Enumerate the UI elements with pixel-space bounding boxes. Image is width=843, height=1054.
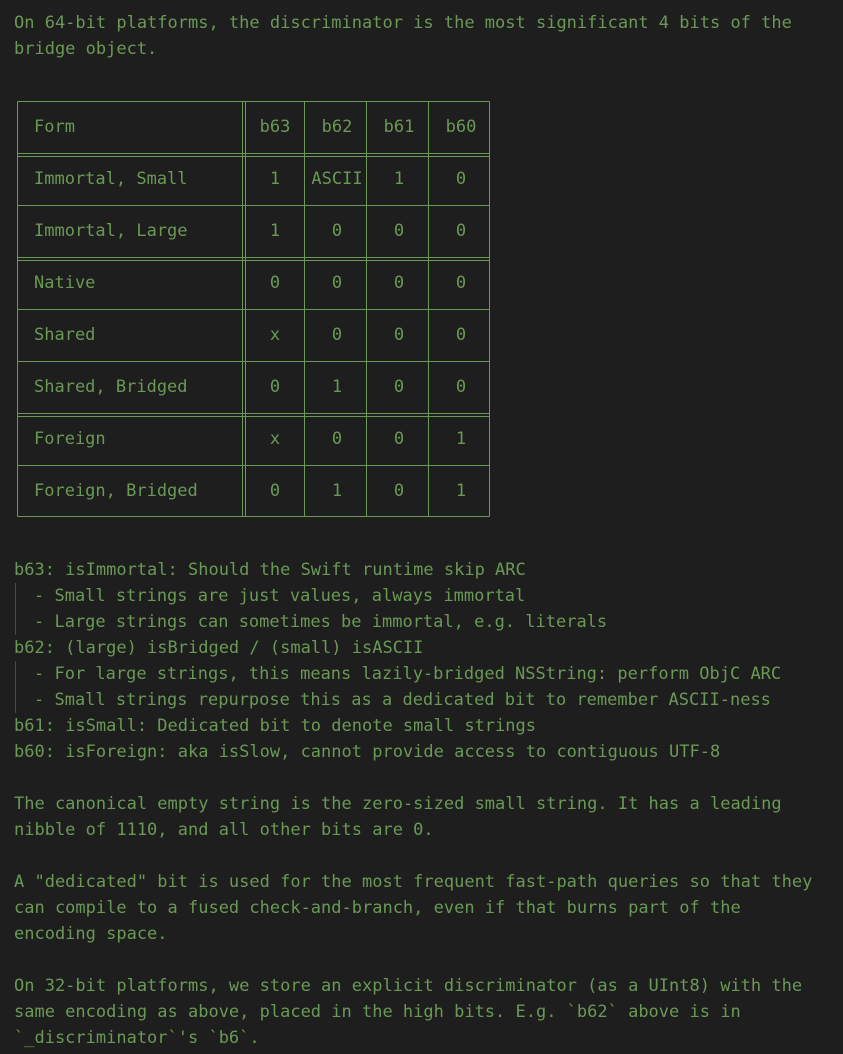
- table-bit-cell: 0: [269, 273, 281, 293]
- 32bit-line-2: same encoding as above, placed in the hi…: [14, 1002, 741, 1022]
- table-form-cell: Foreign, Bridged: [34, 481, 198, 501]
- table-bit-cell: x: [269, 325, 281, 345]
- table-bit-cell: 0: [393, 429, 405, 449]
- b63-item-1: - Small strings are just values, always …: [34, 586, 526, 606]
- table-header-cell: b61: [383, 117, 415, 137]
- table-form-cell: Immortal, Large: [34, 221, 188, 241]
- table-bit-cell: 0: [393, 221, 405, 241]
- table-bit-cell: 0: [269, 481, 281, 501]
- table-bit-cell: 1: [393, 169, 405, 189]
- table-form-cell: Shared, Bridged: [34, 377, 188, 397]
- intro-line-1: On 64-bit platforms, the discriminator i…: [14, 13, 792, 33]
- b62-item-2: - Small strings repurpose this as a dedi…: [34, 690, 771, 710]
- table-bit-cell: 0: [455, 273, 467, 293]
- table-bit-cell: 1: [331, 377, 343, 397]
- b62-guide: [15, 661, 16, 713]
- table-bit-cell: 0: [455, 221, 467, 241]
- b60-description: b60: isForeign: aka isSlow, cannot provi…: [14, 742, 721, 762]
- table-bit-cell: 1: [269, 221, 281, 241]
- dedicated-bit-line-2: can compile to a fused check-and-branch,…: [14, 898, 741, 918]
- table-bit-cell: 1: [331, 481, 343, 501]
- table-bit-cell: 0: [393, 377, 405, 397]
- intro-line-2: bridge object.: [14, 39, 158, 59]
- empty-string-line-1: The canonical empty string is the zero-s…: [14, 794, 782, 814]
- dedicated-bit-line-3: encoding space.: [14, 924, 168, 944]
- table-grid: [17, 101, 490, 517]
- empty-string-line-2: nibble of 1110, and all other bits are 0…: [14, 820, 434, 840]
- table-header-cell: b62: [321, 117, 353, 137]
- table-header-cell: b60: [445, 117, 477, 137]
- 32bit-line-3: `_discriminator`'s `b6`.: [14, 1028, 260, 1048]
- discriminator-table: Form b63 b62 b61 b60 Immortal, Small 1 ASCII 1 0 I…: [17, 101, 490, 517]
- dedicated-bit-line-1: A "dedicated" bit is used for the most f…: [14, 872, 813, 892]
- b63-item-2: - Large strings can sometimes be immorta…: [34, 612, 608, 632]
- table-bit-cell: 0: [393, 481, 405, 501]
- table-bit-cell: 0: [455, 325, 467, 345]
- table-form-cell: Shared: [34, 325, 96, 345]
- table-bit-cell: ASCII: [311, 169, 363, 189]
- 32bit-line-1: On 32-bit platforms, we store an explici…: [14, 976, 803, 996]
- table-form-cell: Foreign: [34, 429, 106, 449]
- b62-description: b62: (large) isBridged / (small) isASCII: [14, 638, 424, 658]
- table-bit-cell: 0: [331, 221, 343, 241]
- b63-guide: [15, 583, 16, 635]
- table-bit-cell: x: [269, 429, 281, 449]
- table-header-cell: Form: [34, 117, 75, 137]
- table-form-cell: Immortal, Small: [34, 169, 188, 189]
- table-bit-cell: 0: [331, 325, 343, 345]
- b62-item-1: - For large strings, this means lazily-b…: [34, 664, 782, 684]
- table-bit-cell: 0: [331, 273, 343, 293]
- table-form-cell: Native: [34, 273, 96, 293]
- table-bit-cell: 0: [269, 377, 281, 397]
- b61-description: b61: isSmall: Dedicated bit to denote sm…: [14, 716, 536, 736]
- table-bit-cell: 1: [455, 429, 467, 449]
- table-bit-cell: 0: [393, 273, 405, 293]
- b63-description: b63: isImmortal: Should the Swift runtim…: [14, 560, 526, 580]
- table-bit-cell: 1: [269, 169, 281, 189]
- table-bit-cell: 0: [393, 325, 405, 345]
- table-bit-cell: 0: [455, 377, 467, 397]
- table-bit-cell: 0: [331, 429, 343, 449]
- table-bit-cell: 1: [455, 481, 467, 501]
- table-header-cell: b63: [259, 117, 291, 137]
- table-bit-cell: 0: [455, 169, 467, 189]
